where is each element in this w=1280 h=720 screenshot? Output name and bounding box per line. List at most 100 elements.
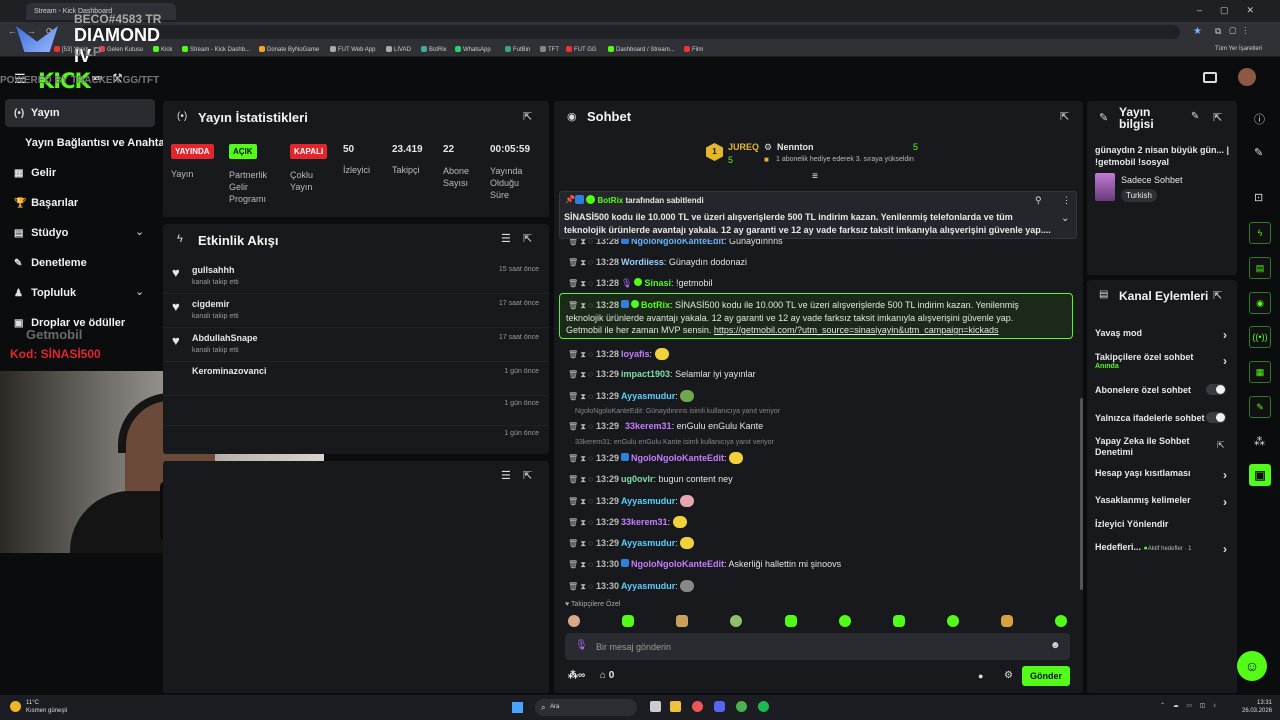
quick-action-wrench-icon[interactable]: ✎ bbox=[1249, 396, 1271, 418]
chevron-down-icon[interactable]: ⌄ bbox=[135, 225, 144, 238]
points-icon[interactable]: ⁂ bbox=[568, 670, 578, 681]
popout-icon[interactable]: ⇱ bbox=[1213, 111, 1222, 124]
emote-icon[interactable] bbox=[785, 615, 797, 627]
emote-icon[interactable] bbox=[947, 615, 959, 627]
unpin-icon[interactable]: ⚲ bbox=[1035, 195, 1042, 206]
chat-user[interactable]: Wordiiess bbox=[621, 257, 664, 267]
chat-message[interactable]: 🗑 ⧗ ◌ 13:28 Wordiiess: Günaydın dodonazi bbox=[568, 257, 1068, 268]
chat-user[interactable]: NgoloNgoloKanteEdit bbox=[631, 559, 724, 569]
chat-message[interactable]: 🗑 ⧗ ◌ 13:29 Ayyasmudur: bbox=[568, 390, 1068, 402]
bookmark[interactable]: Film bbox=[684, 46, 703, 53]
taskbar-app-icon[interactable] bbox=[670, 701, 681, 712]
chat-user[interactable]: 33kerem31 bbox=[621, 517, 668, 527]
avatar[interactable] bbox=[1238, 68, 1256, 86]
stream-settings-icon[interactable] bbox=[1203, 72, 1217, 83]
action-slow-mode[interactable]: Yavaş mod › bbox=[1095, 328, 1227, 342]
emote-chat-toggle[interactable] bbox=[1206, 412, 1226, 423]
chat-user[interactable]: Ayyasmudur bbox=[621, 496, 675, 506]
emote-icon[interactable] bbox=[730, 615, 742, 627]
top-gifter-name[interactable]: JUREQ bbox=[728, 142, 759, 152]
chat-message[interactable]: 🗑 ⧗ ◌ 13:29 impact1903: Selamlar iyi yayın… bbox=[568, 369, 1068, 380]
bookmark[interactable]: Donate ByNoGame bbox=[259, 46, 319, 53]
mod-action-icons[interactable]: 🗑 ⧗ ◌ bbox=[568, 370, 593, 379]
chat-user[interactable]: impact1903 bbox=[621, 369, 670, 379]
emote-icon[interactable] bbox=[839, 615, 851, 627]
taskbar-app-icon[interactable] bbox=[758, 701, 769, 712]
bookmark-star-icon[interactable]: ★ bbox=[1193, 26, 1202, 37]
chat-user[interactable]: 33kerem31 bbox=[625, 421, 672, 431]
mod-action-icons[interactable]: 🗑 ⧗ ◌ bbox=[568, 475, 593, 484]
emoji-icon[interactable]: ☻ bbox=[1050, 640, 1061, 651]
chat-bubble-icon[interactable]: ● bbox=[978, 671, 983, 681]
stream-category[interactable]: Sadece Sohbet bbox=[1121, 175, 1183, 185]
mod-action-icons[interactable]: 🗑 ⧗ ◌ bbox=[568, 454, 593, 463]
nav-item-stream-key[interactable]: Yayın Bağlantısı ve Anahtarı bbox=[25, 137, 172, 149]
chevron-down-icon[interactable]: ⌄ bbox=[1061, 213, 1069, 224]
action-banned-words[interactable]: Yasaklanmış kelimeler › bbox=[1095, 495, 1227, 509]
nav-item-moderation[interactable]: ✎ Denetleme bbox=[14, 257, 87, 269]
reply-context[interactable]: 33kerem31: enGulu enGulu Kante isimli ku… bbox=[575, 439, 774, 446]
tray-icons[interactable]: ⌃ ☁ ▭ ◫ ♪ bbox=[1160, 702, 1219, 709]
community-icon[interactable]: ⁂ bbox=[1254, 435, 1265, 448]
chat-input[interactable]: 🎙 Bir mesaj gönderin ☻ bbox=[565, 633, 1070, 660]
taskbar-app-icon[interactable] bbox=[692, 701, 703, 712]
popout-icon[interactable]: ⇱ bbox=[523, 469, 532, 482]
emote-icon[interactable] bbox=[676, 615, 688, 627]
nav-item-achievements[interactable]: 🏆 Başarılar bbox=[14, 197, 78, 209]
taskbar-app-icon[interactable] bbox=[714, 701, 725, 712]
action-goals[interactable]: Hedefleri... ●Aktif hedefler · 1 › bbox=[1095, 542, 1227, 556]
mod-action-icons[interactable]: 🗑 ⧗ ◌ bbox=[568, 497, 593, 506]
filter-icon[interactable]: ☰ bbox=[501, 469, 511, 482]
chat-user[interactable]: Ayyasmudur bbox=[621, 581, 675, 591]
external-link-icon[interactable]: ⇱ bbox=[1217, 440, 1225, 451]
extension-icons[interactable]: ⧉▢⋮ bbox=[1215, 26, 1255, 37]
bookmark[interactable]: WhatsApp bbox=[455, 46, 491, 53]
popout-icon[interactable]: ⇱ bbox=[523, 110, 532, 123]
send-button[interactable]: Gönder bbox=[1022, 666, 1070, 686]
nav-item-revenue[interactable]: ▦ Gelir bbox=[14, 167, 56, 179]
bookmark[interactable]: FutBin bbox=[505, 46, 530, 53]
action-followers-chat[interactable]: Takipçilere özel sohbet › Anında bbox=[1095, 352, 1227, 370]
mod-action-icons[interactable]: 🗑 ⧗ ◌ bbox=[568, 539, 593, 548]
box-icon[interactable]: ⌂ bbox=[600, 670, 606, 681]
reply-context[interactable]: NgoloNgoloKanteEdit: Günaydınnns isimli … bbox=[575, 408, 780, 415]
mod-action-icons[interactable]: 🗑 ⧗ ◌ bbox=[568, 279, 593, 288]
capture-icon[interactable]: ⊡ bbox=[1254, 191, 1263, 204]
chat-message[interactable]: 🗑 ⧗ ◌ 13:29 Ayyasmudur: bbox=[568, 495, 1068, 507]
chat-user[interactable]: Sinasi bbox=[644, 278, 671, 288]
chat-message[interactable]: 🗑 ⧗ ◌ 13:29 Ayyasmudur: bbox=[568, 537, 1068, 549]
info-icon[interactable]: ⓘ bbox=[1254, 111, 1265, 127]
quick-action-lightning-icon[interactable]: ϟ bbox=[1249, 222, 1271, 244]
more-options-icon[interactable]: ⋮ bbox=[1062, 195, 1071, 206]
omnibox[interactable] bbox=[80, 25, 1180, 39]
chat-message[interactable]: 🗑 ⧗ ◌ 13:30 NgoloNgoloKanteEdit: Askerliği… bbox=[568, 559, 1068, 570]
chat-message[interactable]: 🗑 ⧗ ◌ 13:29 NgoloNgoloKanteEdit: bbox=[568, 452, 1068, 464]
expand-icon[interactable]: ≡ bbox=[812, 171, 818, 182]
bookmark[interactable]: Dashboard / Stream... bbox=[608, 46, 675, 53]
search-box[interactable]: ⌕ Ara bbox=[535, 699, 637, 716]
start-icon[interactable] bbox=[512, 702, 523, 713]
chat-message[interactable]: 🗑 ⧗ ◌ 13:28 loyafis: bbox=[568, 348, 1068, 360]
quick-action-list-icon[interactable]: ▦ bbox=[1249, 361, 1271, 383]
chat-user[interactable]: NgoloNgoloKanteEdit bbox=[631, 453, 724, 463]
quick-action-broadcast-icon[interactable]: ((•)) bbox=[1249, 326, 1271, 348]
subs-chat-toggle[interactable] bbox=[1206, 384, 1226, 395]
popout-icon[interactable]: ⇱ bbox=[1213, 289, 1222, 302]
language-tag[interactable]: Turkish bbox=[1121, 189, 1157, 202]
chat-message[interactable]: 🗑 ⧗ ◌ 13:28 BotRix: SİNASİ500 kodu ile 10.… bbox=[568, 300, 1068, 311]
emote-icon[interactable] bbox=[568, 615, 580, 627]
popout-icon[interactable]: ⇱ bbox=[523, 232, 532, 245]
chat-user[interactable]: Ayyasmudur bbox=[621, 391, 675, 401]
taskbar-app-icon[interactable] bbox=[650, 701, 661, 712]
bookmark[interactable]: FUT Web App bbox=[330, 46, 375, 53]
bookmark[interactable]: Stream - Kick Dashb... bbox=[182, 46, 250, 53]
chat-scrollbar[interactable] bbox=[1080, 398, 1083, 590]
chat-message[interactable]: 🗑 ⧗ ◌ 13:28 🎙 Sinasi: !getmobil bbox=[568, 278, 1068, 289]
chat-message[interactable]: 🗑 ⧗ ◌ 13:29 ug0ovlr: bugun content ney bbox=[568, 474, 1068, 485]
edit-icon[interactable]: ✎ bbox=[1191, 111, 1199, 122]
bookmark[interactable]: FUT GG bbox=[566, 46, 597, 53]
bookmark[interactable]: LİVAD bbox=[386, 46, 411, 53]
microphone-icon[interactable]: 🎙 bbox=[575, 640, 588, 651]
chat-user[interactable]: Ayyasmudur bbox=[621, 538, 675, 548]
taskbar-app-icon[interactable] bbox=[736, 701, 747, 712]
